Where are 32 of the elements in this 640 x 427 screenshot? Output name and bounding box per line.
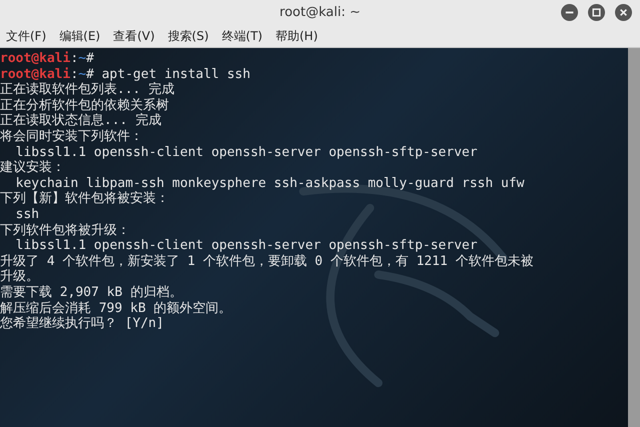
prompt-path: :~#	[70, 51, 94, 66]
output-line: 正在读取状态信息... 完成	[0, 113, 162, 128]
output-line: 升级了 4 个软件包，新安装了 1 个软件包，要卸载 0 个软件包，有 1211 个软件包未被	[0, 254, 534, 269]
output-line: 下列软件包将被升级：	[0, 222, 130, 238]
output-line: libssl1.1 openssh-client openssh-server openssh-sftp-server	[14, 238, 478, 254]
output-line: 解压缩后会消耗 799 kB 的额外空间。	[0, 300, 232, 316]
menu-item[interactable]: 查看(V)	[113, 28, 155, 44]
output-line: 您希望继续执行吗？ [Y/n]	[0, 316, 164, 332]
output-line: 正在读取软件包列表... 完成	[0, 82, 174, 98]
command-text: apt-get install ssh	[102, 66, 250, 82]
output-line: keychain libpam-ssh monkeysphere ssh-askpass molly-guard rssh ufw	[14, 176, 524, 191]
output-line: 正在分析软件包的依赖关系树	[0, 98, 169, 113]
prompt-user: root@kali	[0, 66, 70, 82]
prompt-user: root@kali	[0, 51, 70, 66]
scrollbar[interactable]	[628, 48, 640, 427]
output-line: ssh	[14, 206, 40, 222]
prompt-path: :~#	[70, 66, 94, 82]
output-line: 需要下载 2,907 kB 的归档。	[0, 284, 182, 300]
output-line: 建议安装：	[0, 160, 65, 176]
menu-item[interactable]: 编辑(E)	[59, 28, 100, 44]
output-line: 下列【新】软件包将被安装：	[0, 191, 169, 206]
output-line: libssl1.1 openssh-client openssh-server openssh-sftp-server	[14, 144, 478, 160]
output-line: 升级。	[0, 269, 39, 284]
menu-item[interactable]: 帮助(H)	[275, 28, 318, 44]
minimize-icon[interactable]	[561, 4, 578, 21]
menu-item[interactable]: 终端(T)	[222, 28, 262, 44]
window-title: root@kali: ~	[280, 5, 360, 20]
close-icon[interactable]	[615, 4, 632, 21]
output-line: 将会同时安装下列软件：	[0, 128, 143, 144]
menu-item[interactable]: 文件(F)	[6, 28, 46, 44]
menu-item[interactable]: 搜索(S)	[168, 28, 209, 44]
maximize-icon[interactable]	[588, 4, 605, 21]
